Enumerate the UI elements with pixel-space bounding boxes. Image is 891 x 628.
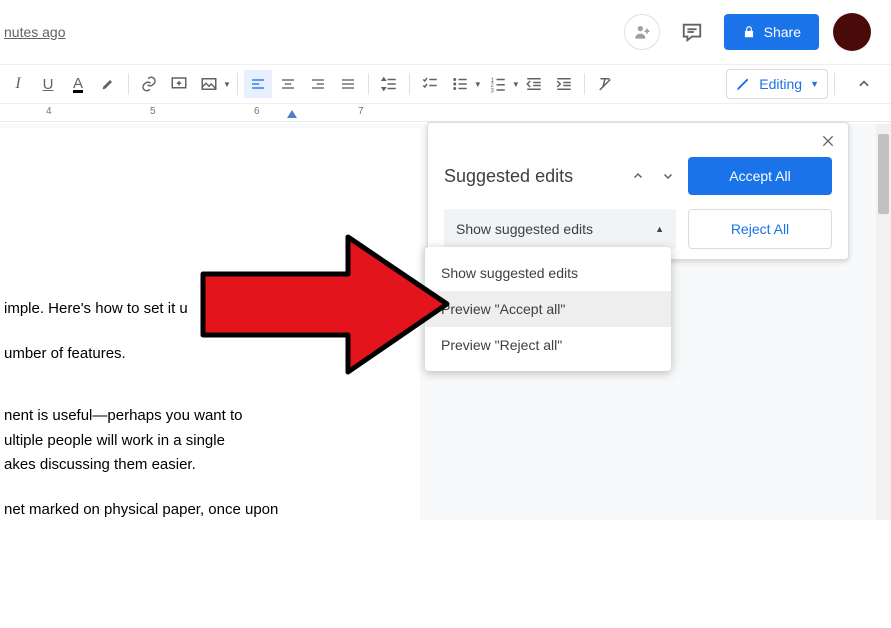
menu-item-show-suggested[interactable]: Show suggested edits [425, 255, 671, 291]
ruler-num: 6 [254, 106, 260, 117]
align-left-icon [250, 76, 266, 92]
header-actions: Share [624, 13, 871, 51]
indent-marker[interactable] [287, 110, 297, 118]
document-page[interactable]: imple. Here's how to set it u umber of f… [0, 128, 420, 628]
link-icon [140, 75, 158, 93]
chevron-down-icon: ▼ [474, 80, 482, 89]
accept-all-label: Accept All [729, 168, 790, 184]
triangle-up-icon: ▲ [655, 224, 664, 234]
insert-image-button[interactable] [195, 70, 223, 98]
collapse-toolbar-button[interactable] [849, 69, 879, 99]
italic-icon: I [15, 75, 20, 93]
ruler-num: 7 [358, 106, 364, 117]
lock-icon [742, 25, 756, 39]
close-icon [820, 133, 836, 149]
select-label: Show suggested edits [456, 221, 593, 237]
last-edit-link[interactable]: nutes ago [4, 24, 66, 40]
decrease-indent-button[interactable] [520, 70, 548, 98]
checklist-icon [421, 75, 439, 93]
clear-format-icon [596, 75, 614, 93]
accept-all-button[interactable]: Accept All [688, 157, 832, 195]
align-justify-icon [340, 76, 356, 92]
chevron-up-icon [857, 77, 871, 91]
chevron-up-icon [632, 170, 644, 182]
share-button[interactable]: Share [724, 14, 819, 50]
next-suggestion-button[interactable] [658, 166, 678, 186]
align-center-button[interactable] [274, 70, 302, 98]
ruler-num: 4 [46, 106, 52, 117]
chevron-down-icon [662, 170, 674, 182]
doc-text: imple. Here's how to set it u [4, 298, 400, 321]
align-right-icon [310, 76, 326, 92]
menu-item-preview-reject-all[interactable]: Preview "Reject all" [425, 327, 671, 363]
outdent-icon [525, 75, 543, 93]
suggested-edits-panel: Suggested edits Accept All Show suggeste… [427, 122, 849, 260]
numbered-list-button[interactable]: 123 [484, 70, 512, 98]
toolbar: I U A ▼ [0, 64, 891, 104]
prev-suggestion-button[interactable] [628, 166, 648, 186]
share-label: Share [764, 24, 801, 40]
close-button[interactable] [820, 133, 836, 154]
line-spacing-icon [380, 75, 398, 93]
bullet-list-button[interactable] [446, 70, 474, 98]
highlight-button[interactable] [94, 70, 122, 98]
align-left-button[interactable] [244, 70, 272, 98]
doc-text: net marked on physical paper, once upon [4, 499, 400, 522]
doc-text: nent is useful—perhaps you want to [4, 405, 400, 428]
reject-all-button[interactable]: Reject All [688, 209, 832, 249]
pencil-icon [735, 76, 751, 92]
clear-formatting-button[interactable] [591, 70, 619, 98]
increase-indent-button[interactable] [550, 70, 578, 98]
reject-all-label: Reject All [731, 221, 789, 237]
chevron-down-icon: ▼ [512, 80, 520, 89]
insert-link-button[interactable] [135, 70, 163, 98]
underline-button[interactable]: U [34, 70, 62, 98]
app-header: nutes ago Share [0, 0, 891, 64]
highlight-icon [100, 76, 116, 92]
doc-text: umber of features. [4, 343, 400, 366]
preview-mode-menu: Show suggested edits Preview "Accept all… [425, 247, 671, 371]
image-icon [200, 75, 218, 93]
numbered-icon: 123 [489, 75, 507, 93]
presence-icon-button[interactable] [624, 14, 660, 50]
panel-title: Suggested edits [444, 166, 618, 187]
person-icon [632, 22, 652, 42]
ruler: 4 5 6 7 [0, 104, 891, 122]
align-right-button[interactable] [304, 70, 332, 98]
add-comment-button[interactable] [165, 70, 193, 98]
editing-label: Editing [759, 76, 802, 92]
chevron-down-icon: ▼ [223, 80, 231, 89]
line-spacing-button[interactable] [375, 70, 403, 98]
svg-text:3: 3 [490, 88, 494, 93]
comment-icon [681, 21, 703, 43]
avatar[interactable] [833, 13, 871, 51]
doc-text: ultiple people will work in a single [4, 430, 400, 453]
text-color-icon: A [73, 75, 83, 93]
comments-button[interactable] [674, 14, 710, 50]
vertical-scrollbar[interactable] [876, 124, 891, 520]
italic-button[interactable]: I [4, 70, 32, 98]
checklist-button[interactable] [416, 70, 444, 98]
chevron-down-icon: ▼ [810, 79, 819, 89]
preview-mode-select[interactable]: Show suggested edits ▲ [444, 209, 676, 249]
align-center-icon [280, 76, 296, 92]
ruler-num: 5 [150, 106, 156, 117]
scroll-thumb[interactable] [878, 134, 889, 214]
menu-item-preview-accept-all[interactable]: Preview "Accept all" [425, 291, 671, 327]
doc-text: akes discussing them easier. [4, 454, 400, 477]
underline-icon: U [43, 76, 54, 93]
add-comment-icon [170, 75, 188, 93]
text-color-button[interactable]: A [64, 70, 92, 98]
editing-mode-button[interactable]: Editing ▼ [726, 69, 828, 99]
align-justify-button[interactable] [334, 70, 362, 98]
indent-icon [555, 75, 573, 93]
bullet-icon [451, 75, 469, 93]
